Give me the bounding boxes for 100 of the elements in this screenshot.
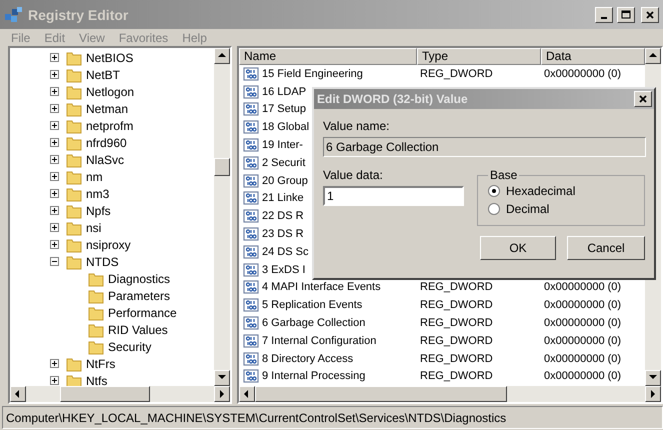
folder-icon xyxy=(66,254,82,270)
close-button[interactable] xyxy=(634,91,652,107)
tree-item[interactable]: Ntfs xyxy=(84,374,110,386)
tree-item[interactable]: NetBT xyxy=(84,68,122,82)
folder-icon xyxy=(66,100,82,116)
value-name[interactable]: 23 DS R xyxy=(261,228,304,240)
horizontal-scrollbar[interactable] xyxy=(10,386,230,402)
value-name[interactable]: 24 DS Sc xyxy=(261,246,308,258)
horizontal-scrollbar[interactable] xyxy=(239,386,661,402)
radio-button[interactable] xyxy=(488,203,500,215)
value-name[interactable]: 18 Global xyxy=(261,121,310,134)
tree-item[interactable]: nm3 xyxy=(84,186,112,200)
field-label: Value data: xyxy=(323,168,384,182)
column-header[interactable]: Data xyxy=(541,48,645,65)
expand-icon[interactable] xyxy=(50,189,59,198)
folder-icon xyxy=(88,270,104,286)
tree-item[interactable]: Netlogon xyxy=(84,84,136,98)
ok-button[interactable]: OK xyxy=(480,236,556,260)
close-button[interactable] xyxy=(641,6,659,22)
expand-icon[interactable] xyxy=(50,138,59,147)
scroll-thumb[interactable] xyxy=(255,386,507,402)
folder-icon xyxy=(66,220,82,236)
expand-icon[interactable] xyxy=(50,70,59,79)
tree-item[interactable]: NlaSvc xyxy=(84,152,126,166)
tree-item[interactable]: netprofm xyxy=(84,118,136,132)
expand-icon[interactable] xyxy=(50,121,59,130)
value-name[interactable]: 7 Internal Configuration xyxy=(261,334,376,347)
expand-icon[interactable] xyxy=(50,206,59,215)
value-name-field[interactable]: 6 Garbage Collection xyxy=(323,137,646,157)
scroll-up-button[interactable] xyxy=(645,48,661,64)
maximize-button[interactable] xyxy=(617,6,635,22)
value-name[interactable]: 19 Inter- xyxy=(261,139,303,152)
tree-item[interactable]: nsiproxy xyxy=(84,238,133,252)
scroll-thumb[interactable] xyxy=(214,158,230,176)
plus-icon xyxy=(51,88,58,95)
value-data: 0x00000000 (0) xyxy=(543,317,622,330)
value-name[interactable]: 21 Linke xyxy=(261,192,304,204)
expand-icon[interactable] xyxy=(50,359,59,368)
cancel-button[interactable]: Cancel xyxy=(567,236,645,260)
tree-item[interactable]: Security xyxy=(106,340,154,354)
collapse-icon[interactable] xyxy=(50,257,59,266)
tree-item[interactable]: Parameters xyxy=(106,288,172,302)
tree-item[interactable]: nfrd960 xyxy=(84,136,129,150)
value-data-field[interactable]: 1 xyxy=(323,186,464,206)
scroll-left-button[interactable] xyxy=(10,386,26,402)
expand-icon[interactable] xyxy=(50,240,59,249)
plus-icon xyxy=(51,173,58,180)
scroll-down-button[interactable] xyxy=(645,370,661,386)
binary-value-icon xyxy=(243,316,259,330)
tree-item[interactable]: nsi xyxy=(84,220,104,234)
scroll-thumb[interactable] xyxy=(60,386,150,402)
value-name[interactable]: 15 Field Engineering xyxy=(261,68,363,80)
scroll-right-button[interactable] xyxy=(645,386,661,402)
column-header[interactable]: Type xyxy=(417,48,541,65)
tree-item[interactable]: Diagnostics xyxy=(106,272,172,286)
radio-label[interactable]: Hexadecimal xyxy=(506,184,576,198)
tree-item[interactable]: NtFrs xyxy=(84,356,118,370)
tree-item[interactable]: NTDS xyxy=(84,254,121,268)
expand-icon[interactable] xyxy=(50,104,59,113)
tree-item[interactable]: Npfs xyxy=(84,204,113,218)
close-icon xyxy=(645,10,655,20)
value-name[interactable]: 2 Securit xyxy=(261,156,306,169)
right-arrow-icon xyxy=(217,389,227,399)
value-name[interactable]: 9 Internal Processing xyxy=(261,370,366,382)
value-name[interactable]: 3 ExDS I xyxy=(261,264,306,276)
value-name[interactable]: 4 MAPI Interface Events xyxy=(261,281,381,294)
minimize-button[interactable] xyxy=(595,6,613,22)
tree-item[interactable]: NetBIOS xyxy=(84,50,136,64)
expand-icon[interactable] xyxy=(50,87,59,96)
radio-label[interactable]: Decimal xyxy=(506,202,550,216)
value-name[interactable]: 17 Setup xyxy=(261,103,306,116)
scroll-up-button[interactable] xyxy=(214,48,230,64)
value-name[interactable]: 22 DS R xyxy=(261,210,304,222)
value-type: REG_DWORD xyxy=(419,299,494,312)
expand-icon[interactable] xyxy=(50,53,59,62)
tree-item[interactable]: nm xyxy=(84,170,105,184)
expand-icon[interactable] xyxy=(50,376,59,385)
scroll-down-button[interactable] xyxy=(214,370,230,386)
value-name[interactable]: 16 LDAP xyxy=(261,86,306,98)
binary-value-icon xyxy=(243,262,259,277)
binary-value-icon xyxy=(243,227,259,242)
binary-value-icon xyxy=(243,191,259,206)
scroll-left-button[interactable] xyxy=(239,386,255,402)
tree-item[interactable]: RID Values xyxy=(106,322,170,336)
expand-icon[interactable] xyxy=(50,172,59,181)
value-name[interactable]: 6 Garbage Collection xyxy=(261,317,366,330)
value-type: REG_DWORD xyxy=(419,281,494,294)
scroll-right-button[interactable] xyxy=(214,386,230,402)
value-name[interactable]: 8 Directory Access xyxy=(261,352,354,365)
value-name[interactable]: 5 Replication Events xyxy=(261,299,362,312)
vertical-scrollbar[interactable] xyxy=(214,48,230,386)
expand-icon[interactable] xyxy=(50,155,59,164)
column-header[interactable]: Name xyxy=(239,48,417,65)
tree-item[interactable]: Performance xyxy=(106,306,179,320)
value-name[interactable]: 20 Group xyxy=(261,174,308,187)
registry-cubes-icon xyxy=(4,6,24,24)
binary-value-icon xyxy=(243,102,259,116)
radio-button[interactable] xyxy=(488,185,500,197)
expand-icon[interactable] xyxy=(50,223,59,232)
tree-item[interactable]: Netman xyxy=(84,102,130,116)
